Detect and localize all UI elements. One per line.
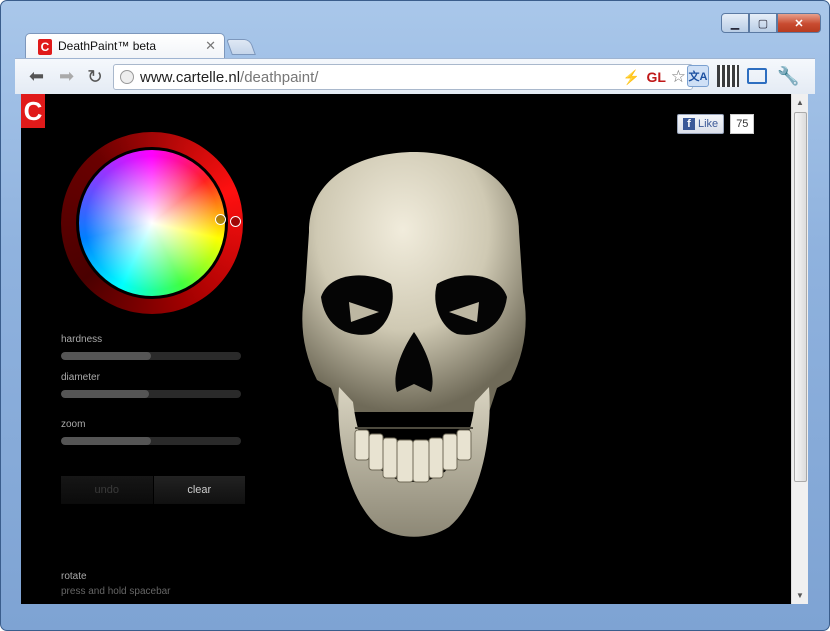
tab-title: DeathPaint™ beta: [58, 39, 157, 53]
facebook-like-widget: f Like 75: [677, 114, 755, 134]
scroll-up-arrow-icon[interactable]: ▲: [796, 98, 804, 107]
bookmark-star-icon[interactable]: ☆: [671, 67, 686, 87]
skull-3d-model[interactable]: [279, 152, 549, 538]
hue-wheel[interactable]: [76, 147, 228, 299]
rotate-label: rotate: [61, 571, 87, 582]
globe-icon: [120, 70, 134, 84]
browser-toolbar: ⬅ ➡ ↻ www.cartelle.nl/deathpaint/ ⚡ GL ☆…: [15, 58, 815, 94]
address-bar[interactable]: www.cartelle.nl/deathpaint/ ⚡ GL ☆: [113, 64, 693, 90]
translate-extension-icon[interactable]: 文A: [687, 65, 709, 87]
url-host: www.cartelle.nl: [140, 69, 241, 86]
facebook-like-label: Like: [698, 118, 719, 130]
page-viewport: C f Like 75 hardness diameter zoom undo …: [21, 94, 791, 604]
undo-button[interactable]: undo: [61, 476, 154, 504]
zoom-slider-fill[interactable]: [61, 437, 151, 445]
clear-button[interactable]: clear: [153, 476, 245, 504]
window-bottom-border: [15, 604, 815, 618]
facebook-like-button[interactable]: f Like: [677, 114, 725, 134]
minimize-button[interactable]: ▁: [721, 13, 749, 33]
hardness-label: hardness: [61, 334, 103, 345]
wrench-menu-icon[interactable]: 🔧: [777, 65, 799, 87]
close-window-button[interactable]: ✕: [777, 13, 821, 33]
new-tab-button[interactable]: [226, 39, 256, 55]
maximize-button[interactable]: ▢: [749, 13, 777, 33]
url-path: /deathpaint/: [240, 69, 319, 86]
back-arrow-icon[interactable]: ⬅: [29, 66, 44, 87]
diameter-slider-fill[interactable]: [61, 390, 150, 398]
favicon-icon: C: [38, 39, 52, 55]
facebook-icon: f: [683, 118, 695, 130]
lightning-icon[interactable]: ⚡: [623, 69, 640, 86]
fullscreen-extension-icon[interactable]: [747, 68, 767, 84]
titlebar[interactable]: [1, 1, 829, 35]
reload-icon[interactable]: ↻: [87, 66, 103, 89]
hardness-slider-fill[interactable]: [61, 352, 151, 360]
color-picker[interactable]: [61, 132, 243, 314]
forward-arrow-icon[interactable]: ➡: [59, 66, 74, 87]
action-buttons: undo clear: [61, 476, 245, 504]
hardness-slider[interactable]: [61, 352, 241, 360]
url-text[interactable]: www.cartelle.nl/deathpaint/: [140, 69, 318, 86]
tab-deathpaint[interactable]: C DeathPaint™ beta ✕: [25, 33, 225, 59]
browser-window: ▁ ▢ ✕ C DeathPaint™ beta ✕ ⬅ ➡ ↻ www.car…: [0, 0, 830, 631]
diameter-slider[interactable]: [61, 390, 241, 398]
facebook-like-count: 75: [730, 114, 755, 134]
scroll-thumb[interactable]: [794, 112, 807, 482]
window-controls: ▁ ▢ ✕: [721, 13, 821, 33]
rotate-hint: press and hold spacebar: [61, 586, 171, 597]
zoom-slider[interactable]: [61, 437, 241, 445]
zoom-label: zoom: [61, 419, 86, 430]
scroll-down-arrow-icon[interactable]: ▼: [796, 591, 804, 600]
vertical-scrollbar[interactable]: ▲ ▼: [791, 94, 808, 604]
hue-handle[interactable]: [215, 214, 226, 225]
brightness-handle[interactable]: [230, 216, 241, 227]
tab-close-icon[interactable]: ✕: [205, 38, 216, 54]
gl-badge[interactable]: GL: [647, 69, 666, 85]
diameter-label: diameter: [61, 372, 100, 383]
cartelle-logo[interactable]: C: [21, 94, 45, 128]
qr-code-extension-icon[interactable]: [717, 65, 739, 87]
